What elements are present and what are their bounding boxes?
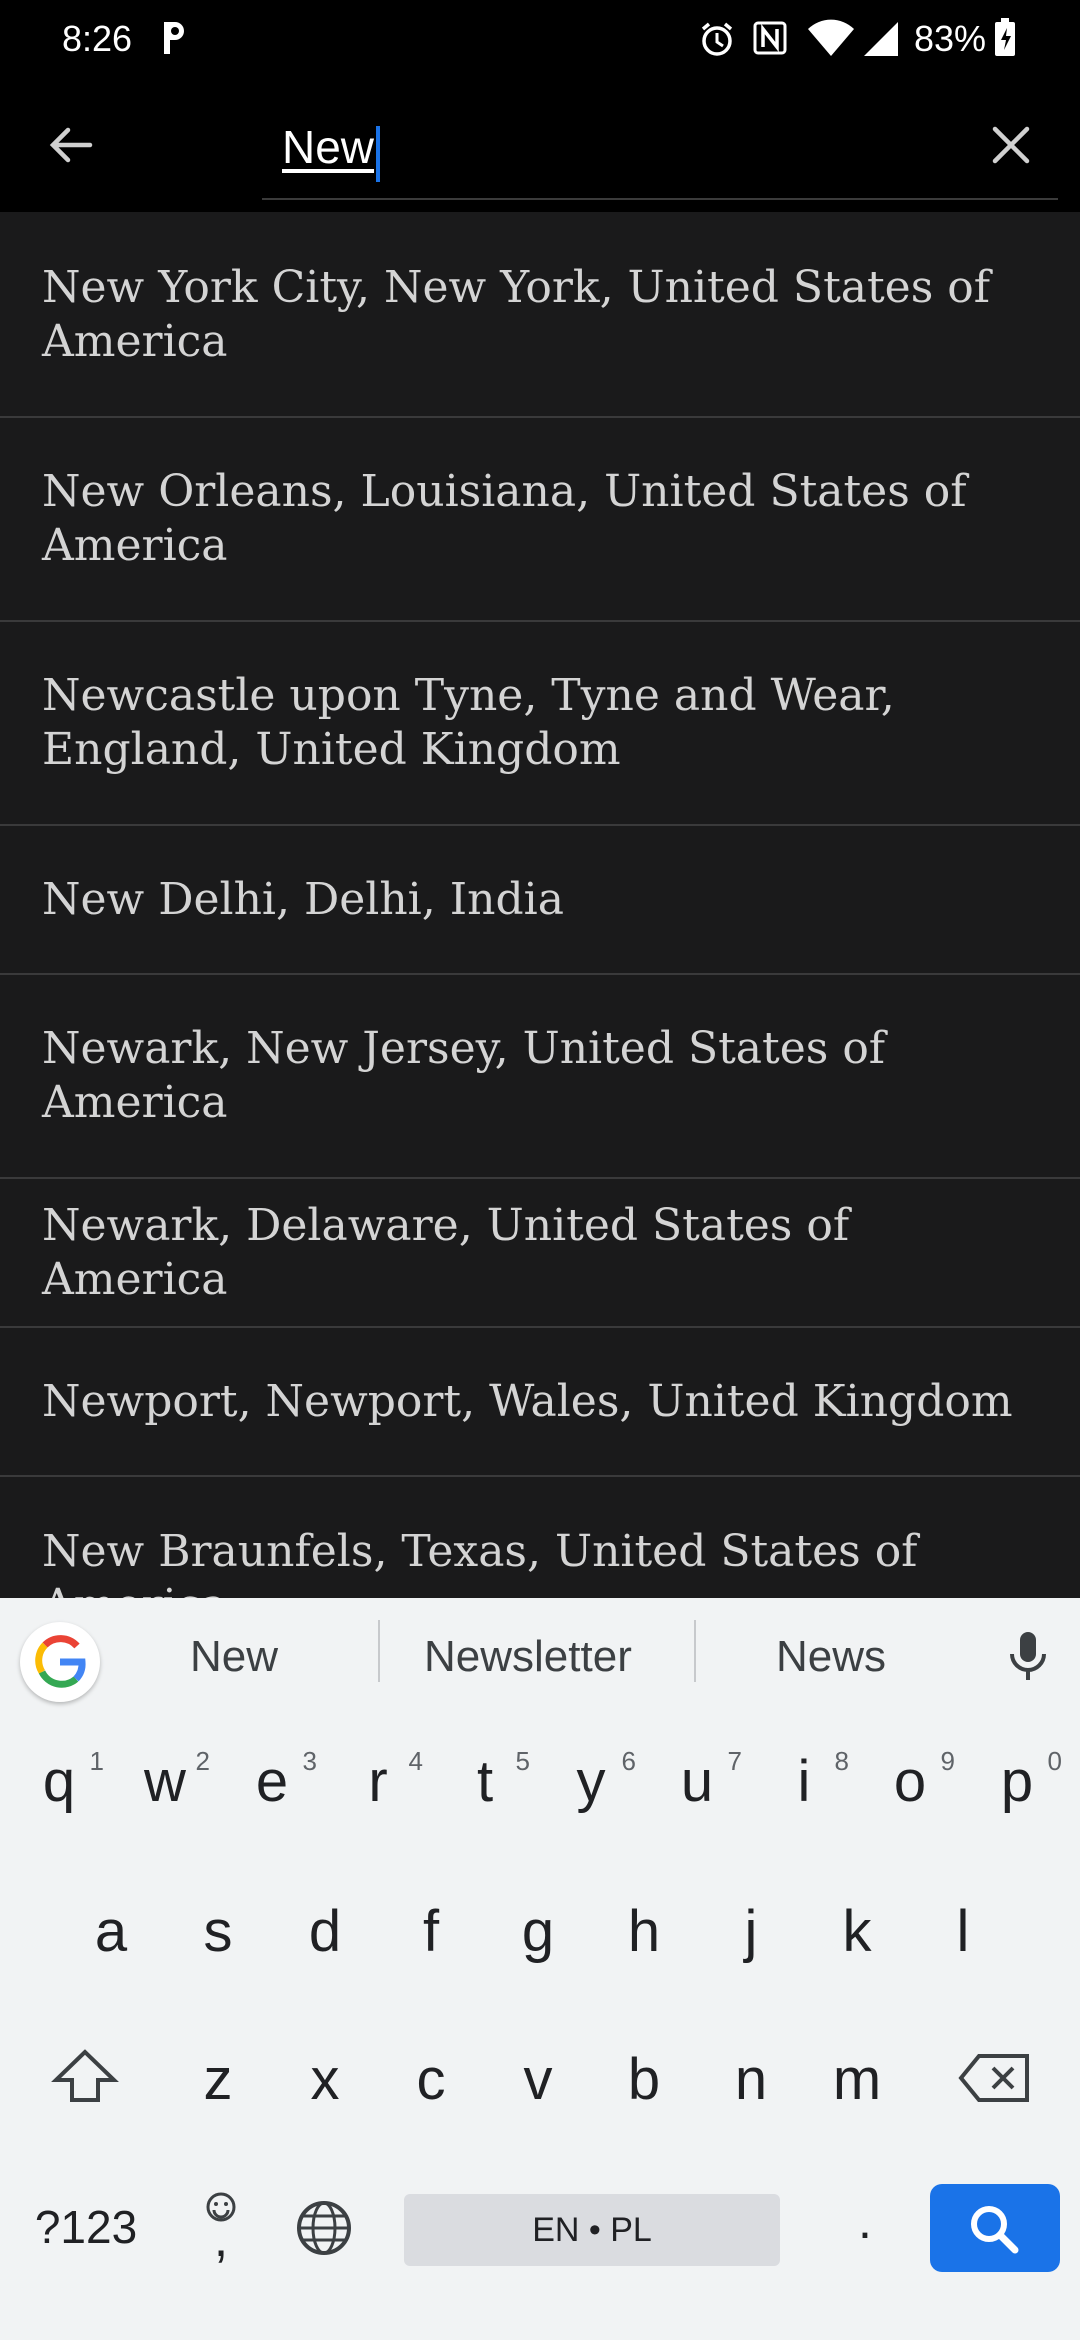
parking-app-icon: [160, 20, 188, 65]
key-t[interactable]: t5: [440, 1746, 530, 1815]
list-item[interactable]: New Delhi, Delhi, India: [0, 826, 1080, 975]
period-key[interactable]: .: [820, 2192, 910, 2250]
key-f[interactable]: f: [386, 1898, 476, 1965]
cell-signal-icon: [862, 20, 900, 67]
key-y[interactable]: y6: [546, 1746, 637, 1815]
search-input[interactable]: New: [262, 94, 1058, 200]
key-s[interactable]: s: [173, 1898, 263, 1965]
key-a[interactable]: a: [66, 1898, 156, 1965]
space-key[interactable]: EN • PL: [404, 2194, 780, 2266]
microphone-icon[interactable]: [1004, 1628, 1052, 1689]
divider: [694, 1620, 696, 1682]
key-d[interactable]: d: [280, 1898, 370, 1965]
key-q[interactable]: q1: [14, 1746, 104, 1815]
globe-icon: [297, 2201, 351, 2255]
suggestion-list: New York City, New York, United States o…: [0, 214, 1080, 1598]
close-icon: [992, 126, 1030, 164]
key-n[interactable]: n: [706, 2046, 796, 2113]
list-item[interactable]: New Orleans, Louisiana, United States of…: [0, 418, 1080, 622]
key-v[interactable]: v: [493, 2046, 583, 2113]
list-item[interactable]: Newark, Delaware, United States of Ameri…: [0, 1179, 1080, 1328]
list-item[interactable]: New Braunfels, Texas, United States of A…: [0, 1477, 1080, 1598]
key-p[interactable]: p0: [972, 1746, 1062, 1815]
search-icon: [971, 2206, 1019, 2254]
emoji-comma-key[interactable]: ,: [196, 2190, 246, 2270]
search-query[interactable]: New: [282, 120, 374, 174]
key-z[interactable]: z: [173, 2046, 263, 2113]
word-suggestion[interactable]: Newsletter: [424, 1632, 632, 1682]
status-bar: 8:26 83%: [0, 0, 1080, 80]
key-c[interactable]: c: [386, 2046, 476, 2113]
arrow-left-icon: [49, 127, 93, 163]
battery-charging-icon: [994, 18, 1016, 67]
search-action-key[interactable]: [930, 2184, 1060, 2272]
key-g[interactable]: g: [493, 1898, 583, 1965]
keyboard: New Newsletter News ?123 , EN • PL . q1w…: [0, 1598, 1080, 2340]
clear-search-button[interactable]: [980, 114, 1042, 176]
battery-percentage: 83%: [914, 18, 987, 59]
shift-key[interactable]: [40, 2046, 130, 2118]
key-o[interactable]: o9: [865, 1746, 955, 1815]
list-item[interactable]: New York City, New York, United States o…: [0, 214, 1080, 418]
key-k[interactable]: k: [812, 1898, 902, 1965]
word-suggestion[interactable]: News: [776, 1632, 886, 1682]
word-suggestion[interactable]: New: [190, 1632, 278, 1682]
symbols-key[interactable]: ?123: [26, 2200, 146, 2254]
key-h[interactable]: h: [599, 1898, 689, 1965]
divider: [378, 1620, 380, 1682]
key-m[interactable]: m: [812, 2046, 902, 2113]
key-r[interactable]: r4: [333, 1746, 423, 1815]
list-item[interactable]: Newcastle upon Tyne, Tyne and Wear, Engl…: [0, 622, 1080, 826]
key-w[interactable]: w2: [120, 1746, 210, 1815]
list-item[interactable]: Newport, Newport, Wales, United Kingdom: [0, 1328, 1080, 1477]
key-x[interactable]: x: [280, 2046, 370, 2113]
backspace-key[interactable]: [950, 2050, 1040, 2118]
search-header: New: [0, 80, 1080, 212]
key-i[interactable]: i8: [759, 1746, 849, 1815]
globe-key[interactable]: [294, 2198, 354, 2263]
back-button[interactable]: [40, 114, 102, 176]
list-item[interactable]: Newark, New Jersey, United States of Ame…: [0, 975, 1080, 1179]
suggestion-strip: New Newsletter News: [0, 1598, 1080, 1716]
google-logo-icon[interactable]: [20, 1622, 100, 1702]
key-j[interactable]: j: [706, 1898, 796, 1965]
key-b[interactable]: b: [599, 2046, 689, 2113]
key-u[interactable]: u7: [652, 1746, 742, 1815]
key-l[interactable]: l: [918, 1898, 1008, 1965]
nfc-icon: [752, 20, 788, 65]
alarm-icon: [698, 20, 736, 67]
text-cursor: [376, 126, 380, 182]
wifi-icon: [806, 18, 856, 67]
comma-key-label: ,: [213, 2210, 229, 2268]
key-e[interactable]: e3: [227, 1746, 317, 1815]
status-time: 8:26: [62, 18, 133, 59]
